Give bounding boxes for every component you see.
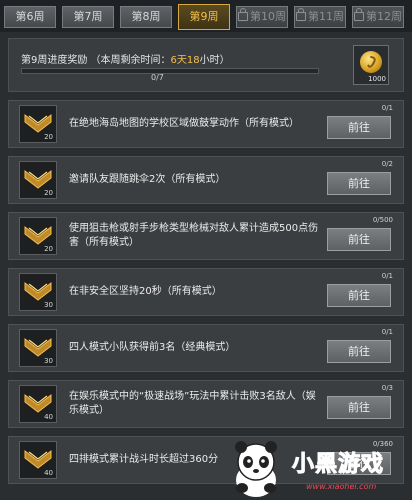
task-row: 40 在娱乐模式中的“极速战场”玩法中累计击败3名敌人（娱乐模式） 0/3 前往 [8, 380, 404, 428]
task-progress: 0/500 [372, 216, 393, 224]
tab-week-7[interactable]: 第7周 [62, 6, 114, 28]
task-row: 30 四人模式小队获得前3名（经典模式） 0/1 前往 [8, 324, 404, 372]
task-progress: 0/3 [381, 384, 393, 392]
reward-amount: 1000 [368, 75, 386, 83]
points-value: 40 [44, 413, 53, 421]
points-value: 30 [44, 357, 53, 365]
weekly-progress-panel: 第9周进度奖励 （本周剩余时间：6天18小时） 0/7 1000 [8, 38, 404, 92]
rank-badge: 30 [19, 329, 57, 367]
go-button[interactable]: 前往 [327, 284, 391, 307]
progress-title: 第9周进度奖励 （本周剩余时间：6天18小时） [21, 51, 230, 66]
task-progress: 0/1 [381, 104, 393, 112]
rank-badge: 30 [19, 273, 57, 311]
panda-logo-icon [235, 441, 277, 497]
title-prefix: 第9周进度奖励 （本周剩余时间： [21, 55, 171, 66]
lock-icon [238, 8, 248, 21]
task-text: 四排模式累计战斗时长超过360分 [69, 454, 219, 465]
task-progress: 0/1 [381, 272, 393, 280]
go-button[interactable]: 前往 [327, 172, 391, 195]
hours-left: 18 [186, 55, 200, 66]
task-progress: 0/2 [381, 160, 393, 168]
days-left: 6天 [170, 55, 187, 66]
task-description: 邀请队友跟随跳伞2次（所有模式） [69, 157, 319, 203]
tab-label: 第11周 [308, 10, 344, 23]
tab-week-12[interactable]: 第12周 [352, 6, 404, 28]
task-row: 20 在绝地海岛地图的学校区域做鼓掌动作（所有模式） 0/1 前往 [8, 100, 404, 148]
task-description: 在非安全区坚持20秒（所有模式） [69, 269, 319, 315]
title-suffix: 小时） [199, 55, 230, 66]
rank-badge: 20 [19, 105, 57, 143]
reward-box[interactable]: 1000 [353, 45, 389, 85]
points-value: 20 [44, 133, 53, 141]
points-value: 20 [44, 189, 53, 197]
watermark-url: www.xiaohei.com [306, 482, 377, 491]
progress-count: 0/7 [151, 73, 164, 82]
go-button[interactable]: 前往 [327, 228, 391, 251]
lock-icon [296, 8, 306, 21]
tab-week-9[interactable]: 第9周 [178, 4, 230, 30]
task-description: 在绝地海岛地图的学校区域做鼓掌动作（所有模式） [69, 101, 319, 147]
watermark-text: 小黑游戏 [291, 452, 385, 478]
watermark: 小黑游戏 www.xiaohei.com [230, 440, 412, 500]
task-description: 四人模式小队获得前3名（经典模式） [69, 325, 319, 371]
go-button[interactable]: 前往 [327, 396, 391, 419]
rank-badge: 20 [19, 161, 57, 199]
points-value: 20 [44, 245, 53, 253]
tab-week-11[interactable]: 第11周 [294, 6, 346, 28]
tab-week-8[interactable]: 第8周 [120, 6, 172, 28]
task-text: 邀请队友跟随跳伞2次（所有模式） [69, 174, 226, 185]
task-row: 30 在非安全区坚持20秒（所有模式） 0/1 前往 [8, 268, 404, 316]
task-row: 20 邀请队友跟随跳伞2次（所有模式） 0/2 前往 [8, 156, 404, 204]
points-value: 40 [44, 469, 53, 477]
task-text: 在娱乐模式中的“极速战场”玩法中累计击败3名敌人（娱乐模式） [69, 391, 316, 416]
task-row: 20 使用狙击枪或射手步枪类型枪械对敌人累计造成500点伤害（所有模式） 0/500… [8, 212, 404, 260]
task-text: 四人模式小队获得前3名（经典模式） [69, 342, 236, 353]
progress-bar [21, 68, 319, 74]
rank-badge: 20 [19, 217, 57, 255]
tab-label: 第12周 [366, 10, 402, 23]
task-description: 在娱乐模式中的“极速战场”玩法中累计击败3名敌人（娱乐模式） [69, 381, 319, 427]
task-text: 在绝地海岛地图的学校区域做鼓掌动作（所有模式） [69, 118, 299, 129]
rank-badge: 40 [19, 385, 57, 423]
tab-week-10[interactable]: 第10周 [236, 6, 288, 28]
coin-icon [360, 51, 382, 73]
lock-icon [354, 8, 364, 21]
go-button[interactable]: 前往 [327, 340, 391, 363]
task-progress: 0/1 [381, 328, 393, 336]
task-text: 使用狙击枪或射手步枪类型枪械对敌人累计造成500点伤害（所有模式） [69, 223, 319, 248]
task-description: 使用狙击枪或射手步枪类型枪械对敌人累计造成500点伤害（所有模式） [69, 213, 319, 259]
rank-badge: 40 [19, 441, 57, 479]
task-text: 在非安全区坚持20秒（所有模式） [69, 286, 222, 297]
week-tabs: 第6周 第7周 第8周 第9周 第10周 第11周 第12周 [0, 0, 412, 32]
tab-week-6[interactable]: 第6周 [4, 6, 56, 28]
go-button[interactable]: 前往 [327, 116, 391, 139]
tab-label: 第10周 [250, 10, 286, 23]
points-value: 30 [44, 301, 53, 309]
